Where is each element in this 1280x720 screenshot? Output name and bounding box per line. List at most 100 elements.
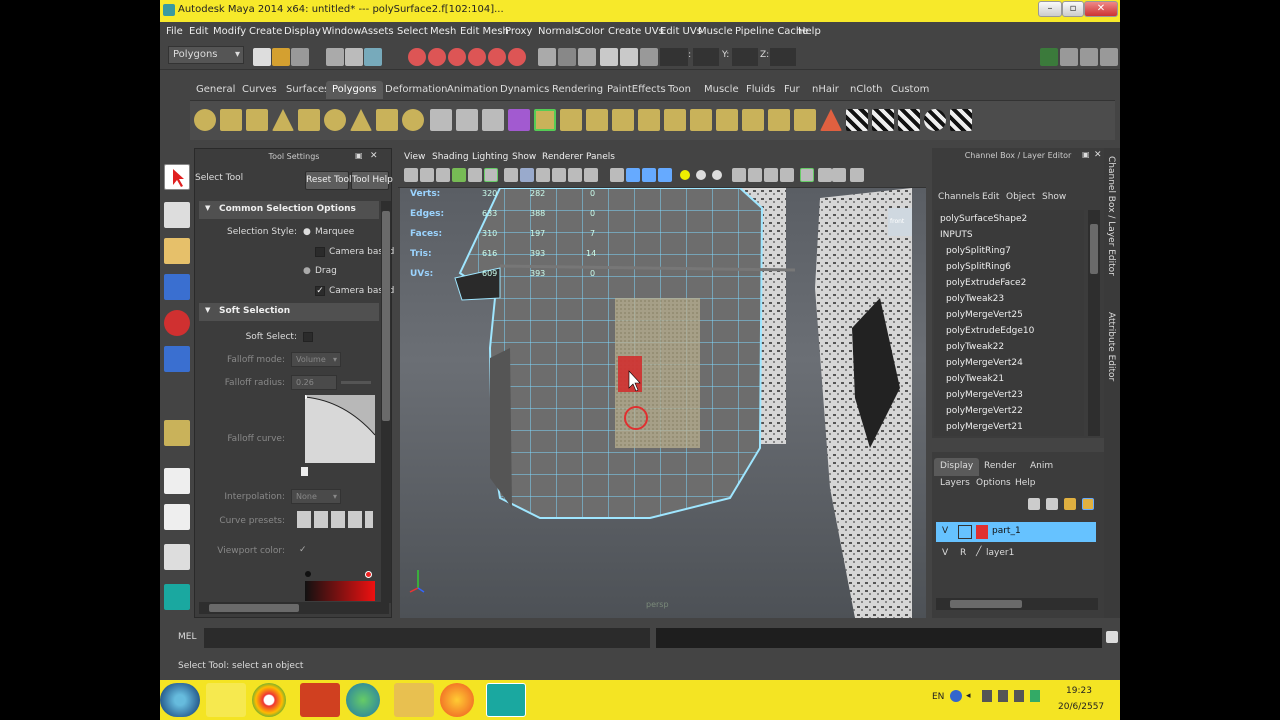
move-tool-icon[interactable] bbox=[164, 274, 190, 300]
depth-of-field-icon[interactable] bbox=[832, 168, 846, 182]
render-current-icon[interactable] bbox=[620, 48, 638, 66]
soft-selection-section[interactable]: Soft Selection bbox=[199, 303, 379, 321]
menu-edit-mesh[interactable]: Edit Mesh bbox=[460, 26, 509, 37]
xray-active-icon[interactable] bbox=[764, 168, 778, 182]
shelf-tab-toon[interactable]: Toon bbox=[662, 81, 697, 99]
poke-face-icon[interactable] bbox=[742, 109, 764, 131]
viewport-menu-renderer[interactable]: Renderer bbox=[542, 152, 583, 162]
clock-date[interactable]: 20/6/2557 bbox=[1058, 702, 1104, 712]
menu-create-uvs[interactable]: Create UVs bbox=[608, 26, 664, 37]
automatic-mapping-icon[interactable] bbox=[924, 109, 946, 131]
insert-edge-loop-icon[interactable] bbox=[664, 109, 686, 131]
shelf-tab-custom[interactable]: Custom bbox=[885, 81, 935, 99]
hscroll-thumb[interactable] bbox=[950, 600, 1022, 608]
bookmarks-icon[interactable] bbox=[436, 168, 450, 182]
paint-select-tool-icon[interactable] bbox=[164, 238, 190, 264]
viewport-color-ramp[interactable] bbox=[305, 581, 375, 601]
menu-display[interactable]: Display bbox=[284, 26, 321, 37]
smooth-icon[interactable] bbox=[508, 109, 530, 131]
menu-proxy[interactable]: Proxy bbox=[505, 26, 532, 37]
curve-preset-2-icon[interactable] bbox=[314, 511, 328, 528]
command-language-label[interactable]: MEL bbox=[178, 632, 196, 642]
shadows-icon[interactable] bbox=[712, 170, 722, 180]
planar-mapping-icon[interactable] bbox=[846, 109, 868, 131]
layer-visibility-toggle[interactable]: V bbox=[942, 526, 948, 536]
offset-edge-loop-icon[interactable] bbox=[690, 109, 712, 131]
new-layer-from-selection-icon[interactable] bbox=[1082, 498, 1094, 510]
tool-help-button[interactable]: Tool Help bbox=[351, 171, 393, 190]
layer-visibility-toggle[interactable]: V bbox=[942, 548, 948, 558]
script-editor-icon[interactable] bbox=[1106, 631, 1118, 643]
select-tool-icon[interactable] bbox=[164, 164, 190, 190]
channels-menu[interactable]: Channels bbox=[938, 192, 980, 202]
layer-tab-render[interactable]: Render bbox=[978, 458, 1022, 476]
file-explorer-icon[interactable] bbox=[394, 683, 434, 717]
input-node[interactable]: polyExtrudeFace2 bbox=[946, 278, 1026, 288]
minimize-button[interactable]: – bbox=[1038, 1, 1062, 17]
menu-assets[interactable]: Assets bbox=[361, 26, 394, 37]
firefox-icon[interactable] bbox=[440, 683, 474, 717]
poly-mesh[interactable] bbox=[454, 188, 764, 519]
tray-overflow-icon[interactable]: ◂ bbox=[966, 691, 971, 701]
camera-pan-icon[interactable] bbox=[850, 168, 864, 182]
menu-window[interactable]: Window bbox=[322, 26, 361, 37]
append-polygon-icon[interactable] bbox=[612, 109, 634, 131]
command-input[interactable] bbox=[204, 628, 650, 648]
anti-aliasing-icon[interactable] bbox=[818, 168, 832, 182]
menu-modify[interactable]: Modify bbox=[213, 26, 246, 37]
safe-action-icon[interactable] bbox=[552, 168, 566, 182]
use-default-lighting-icon[interactable] bbox=[680, 170, 690, 180]
lasso-tool-icon[interactable] bbox=[164, 202, 190, 228]
poly-torus-icon[interactable] bbox=[324, 109, 346, 131]
gradient-key-black[interactable] bbox=[305, 571, 311, 577]
help-menu[interactable]: Help bbox=[1015, 478, 1036, 488]
x-field[interactable] bbox=[693, 48, 719, 66]
motion-blur-icon[interactable] bbox=[800, 168, 814, 182]
layer-color-swatch[interactable] bbox=[976, 525, 988, 539]
tray-volume-icon[interactable] bbox=[1014, 690, 1024, 702]
falloff-mode-dropdown[interactable]: Volume ▾ bbox=[291, 352, 341, 367]
options-menu[interactable]: Options bbox=[976, 478, 1011, 488]
tool-settings-scrollbar[interactable] bbox=[381, 201, 391, 603]
new-empty-layer-icon[interactable] bbox=[1064, 498, 1076, 510]
ambient-occlusion-icon[interactable] bbox=[780, 168, 794, 182]
menu-select[interactable]: Select bbox=[397, 26, 428, 37]
combine-icon[interactable] bbox=[430, 109, 452, 131]
poly-pipe-icon[interactable] bbox=[376, 109, 398, 131]
language-indicator[interactable]: EN bbox=[932, 692, 944, 702]
z-field[interactable] bbox=[770, 48, 796, 66]
poly-cylinder-icon[interactable] bbox=[246, 109, 268, 131]
transform-mode-field[interactable] bbox=[660, 48, 688, 66]
outliner-layout-icon[interactable] bbox=[164, 544, 190, 570]
input-node[interactable]: polyTweak23 bbox=[946, 294, 1004, 304]
separate-icon[interactable] bbox=[456, 109, 478, 131]
extract-icon[interactable] bbox=[482, 109, 504, 131]
poly-soccer-ball-icon[interactable] bbox=[402, 109, 424, 131]
curve-preset-1-icon[interactable] bbox=[297, 511, 311, 528]
shelf-tab-fur[interactable]: Fur bbox=[778, 81, 806, 99]
soft-select-checkbox[interactable] bbox=[303, 332, 313, 342]
viewport-menu-show[interactable]: Show bbox=[512, 152, 536, 162]
tray-device-icon[interactable] bbox=[982, 690, 992, 702]
tool-settings-hscrollbar[interactable] bbox=[199, 602, 389, 614]
chrome-icon[interactable] bbox=[252, 683, 286, 717]
input-node[interactable]: polyExtrudeEdge10 bbox=[946, 326, 1034, 336]
interpolation-dropdown[interactable]: None ▾ bbox=[291, 489, 341, 504]
tray-network-icon[interactable] bbox=[998, 690, 1008, 702]
menu-mesh[interactable]: Mesh bbox=[430, 26, 456, 37]
menu-muscle[interactable]: Muscle bbox=[698, 26, 733, 37]
poly-cone-icon[interactable] bbox=[272, 109, 294, 131]
input-node[interactable]: polySplitRing6 bbox=[946, 262, 1011, 272]
menu-edit-uvs[interactable]: Edit UVs bbox=[660, 26, 702, 37]
layer-hscrollbar[interactable] bbox=[936, 598, 1098, 610]
output-ops-icon[interactable] bbox=[558, 48, 576, 66]
snap-point-icon[interactable] bbox=[448, 48, 466, 66]
shelf-tab-rendering[interactable]: Rendering bbox=[546, 81, 609, 99]
wireframe-icon[interactable] bbox=[584, 168, 598, 182]
float-panel-icon[interactable]: ▣ bbox=[355, 151, 363, 160]
merge-vertices-icon[interactable] bbox=[794, 109, 816, 131]
gate-mask-icon[interactable] bbox=[520, 168, 534, 182]
perspective-viewport[interactable]: Verts: 320 282 0 Edges: 633 388 0 Faces:… bbox=[400, 188, 926, 618]
layer-row-layer1[interactable]: V R ╱ layer1 bbox=[936, 544, 1096, 564]
common-selection-section[interactable]: Common Selection Options bbox=[199, 201, 379, 219]
